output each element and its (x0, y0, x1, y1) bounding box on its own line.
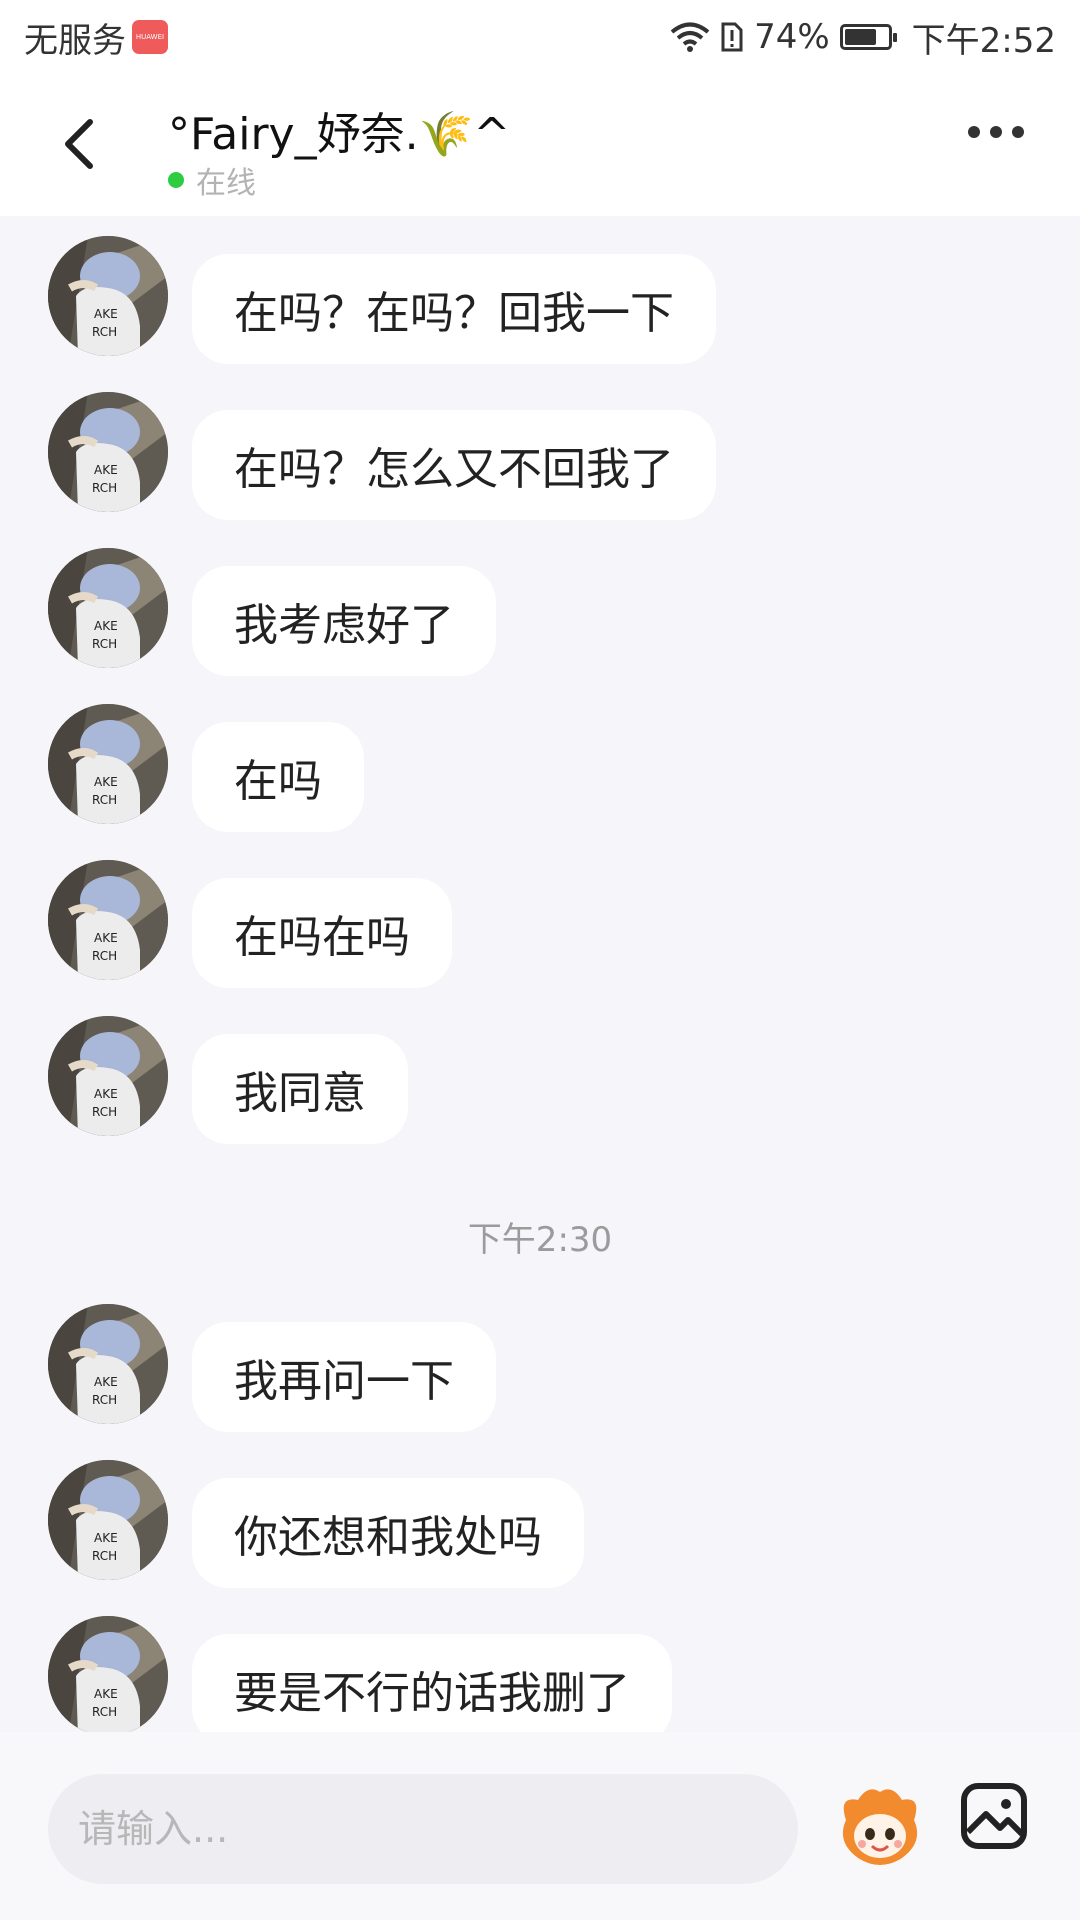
message-bubble[interactable]: 在吗在吗 (192, 878, 452, 988)
avatar[interactable]: AKE RCH (48, 860, 168, 980)
avatar-photo-icon: AKE RCH (48, 1616, 168, 1732)
svg-text:RCH: RCH (92, 637, 117, 651)
message-row: AKE RCH 要是不行的话我删了 (48, 1616, 672, 1732)
message-row: AKE RCH 你还想和我处吗 (48, 1460, 584, 1588)
svg-text:RCH: RCH (92, 1105, 117, 1119)
svg-text:RCH: RCH (92, 793, 117, 807)
back-button[interactable] (56, 114, 106, 174)
avatar-photo-icon: AKE RCH (48, 1460, 168, 1580)
svg-text:AKE: AKE (94, 1375, 118, 1389)
svg-text:AKE: AKE (94, 1687, 118, 1701)
more-options-button[interactable] (968, 126, 1024, 138)
image-button[interactable] (960, 1782, 1028, 1850)
clock: 下午2:52 (911, 20, 1056, 61)
contact-name: °Fairy_妤奈.🌾^ (168, 109, 511, 160)
message-row: AKE RCH 我同意 (48, 1016, 408, 1144)
battery-level-fill (844, 29, 876, 45)
message-bubble[interactable]: 我考虑好了 (192, 566, 496, 676)
status-right: 74% 下午2:52 (670, 13, 1056, 62)
message-row: AKE RCH 我再问一下 (48, 1304, 496, 1432)
presence-status: 在线 (168, 158, 256, 202)
input-bar (0, 1732, 1080, 1920)
emoji-button[interactable] (832, 1780, 928, 1876)
huawei-badge-icon: HUAWEI (132, 20, 168, 54)
svg-text:RCH: RCH (92, 1705, 117, 1719)
message-bubble[interactable]: 我同意 (192, 1034, 408, 1144)
message-row: AKE RCH 我考虑好了 (48, 548, 496, 676)
svg-text:AKE: AKE (94, 931, 118, 945)
avatar[interactable]: AKE RCH (48, 548, 168, 668)
svg-text:AKE: AKE (94, 1531, 118, 1545)
message-bubble[interactable]: 在吗？在吗？回我一下 (192, 254, 716, 364)
avatar-photo-icon: AKE RCH (48, 1304, 168, 1424)
battery-percent: 74% (754, 17, 830, 57)
image-picture-icon (961, 1783, 1027, 1849)
avatar[interactable]: AKE RCH (48, 392, 168, 512)
online-dot-icon (168, 172, 184, 188)
avatar[interactable]: AKE RCH (48, 1016, 168, 1136)
svg-text:RCH: RCH (92, 949, 117, 963)
svg-text:RCH: RCH (92, 481, 117, 495)
message-bubble[interactable]: 在吗 (192, 722, 364, 832)
presence-text: 在线 (196, 166, 256, 201)
avatar-photo-icon: AKE RCH (48, 704, 168, 824)
more-dots-icon (1012, 126, 1024, 138)
message-bubble[interactable]: 我再问一下 (192, 1322, 496, 1432)
carrier-text: 无服务 (24, 20, 126, 61)
avatar-photo-icon: AKE RCH (48, 1016, 168, 1136)
message-bubble[interactable]: 要是不行的话我删了 (192, 1634, 672, 1732)
message-row: AKE RCH 在吗？在吗？回我一下 (48, 236, 716, 364)
message-timestamp: 下午2:30 (467, 1220, 613, 1260)
mascot-emoji-icon (842, 1789, 918, 1865)
avatar-photo-icon: AKE RCH (48, 236, 168, 356)
avatar-photo-icon: AKE RCH (48, 548, 168, 668)
svg-text:AKE: AKE (94, 775, 118, 789)
svg-text:AKE: AKE (94, 1087, 118, 1101)
avatar-photo-icon: AKE RCH (48, 860, 168, 980)
avatar[interactable]: AKE RCH (48, 1616, 168, 1732)
avatar[interactable]: AKE RCH (48, 1460, 168, 1580)
message-row: AKE RCH 在吗在吗 (48, 860, 452, 988)
svg-text:AKE: AKE (94, 463, 118, 477)
wifi-icon (670, 22, 710, 52)
status-bar: 无服务 HUAWEI 74% 下午2:52 (0, 0, 1080, 74)
message-row: AKE RCH 在吗 (48, 704, 364, 832)
svg-text:RCH: RCH (92, 325, 117, 339)
chat-header: °Fairy_妤奈.🌾^ 在线 (0, 74, 1080, 216)
avatar-photo-icon: AKE RCH (48, 392, 168, 512)
avatar[interactable]: AKE RCH (48, 704, 168, 824)
avatar[interactable]: AKE RCH (48, 236, 168, 356)
battery-icon (839, 24, 897, 50)
message-bubble[interactable]: 在吗？怎么又不回我了 (192, 410, 716, 520)
message-bubble[interactable]: 你还想和我处吗 (192, 1478, 584, 1588)
message-list[interactable]: AKE RCH 在吗？在吗？回我一下 AKE RCH 在吗？怎么又不回我了 AKE R… (0, 216, 1080, 1732)
message-input[interactable] (48, 1774, 798, 1884)
message-row: AKE RCH 在吗？怎么又不回我了 (48, 392, 716, 520)
svg-text:RCH: RCH (92, 1393, 117, 1407)
chevron-left-icon (65, 119, 93, 169)
svg-text:AKE: AKE (94, 307, 118, 321)
more-dots-icon (968, 126, 980, 138)
avatar[interactable]: AKE RCH (48, 1304, 168, 1424)
svg-text:RCH: RCH (92, 1549, 117, 1563)
svg-text:AKE: AKE (94, 619, 118, 633)
sim-alert-icon (721, 22, 743, 52)
more-dots-icon (990, 126, 1002, 138)
carrier-info: 无服务 HUAWEI (24, 13, 168, 62)
